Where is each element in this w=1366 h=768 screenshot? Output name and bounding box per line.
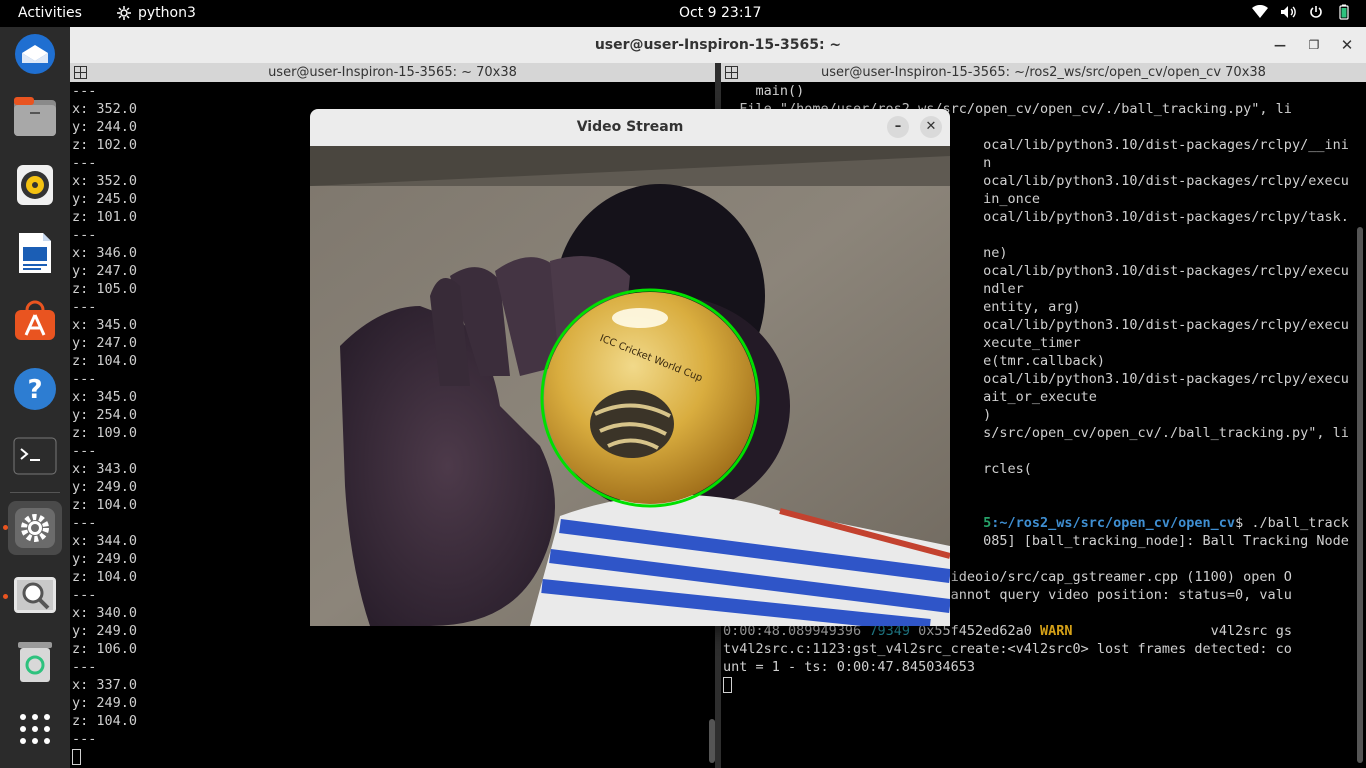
camera-feed: ICC Cricket World Cup	[310, 146, 950, 626]
output-line: z: 104.0	[72, 713, 138, 729]
show-apps-icon	[20, 714, 50, 744]
video-stream-window[interactable]: Video Stream – ✕ ICC Cricket World Cup	[310, 109, 950, 626]
app-name: python3	[138, 5, 196, 21]
minimize-button[interactable]: —	[1273, 38, 1287, 52]
terminal-title: user@user-Inspiron-15-3565: ~	[594, 37, 842, 53]
thunderbird-icon	[15, 34, 55, 74]
prompt-line	[723, 676, 1351, 694]
dock-separator	[10, 492, 60, 493]
dock-trash[interactable]	[8, 635, 62, 689]
left-pane-title: user@user-Inspiron-15-3565: ~ 70x38	[268, 65, 517, 80]
clock[interactable]: Oct 9 23:17	[679, 5, 761, 21]
terminal-titlebar[interactable]: user@user-Inspiron-15-3565: ~ — ❐ ✕	[70, 27, 1366, 63]
output-line: ---	[72, 83, 97, 99]
left-scrollbar[interactable]	[709, 719, 715, 763]
dock-app-center[interactable]	[8, 293, 62, 347]
writer-icon	[19, 233, 51, 273]
app-gear-icon	[117, 6, 131, 20]
log-line: unt = 1 - ts: 0:00:47.845034653	[723, 659, 975, 675]
log-line: tv4l2src.c:1123:gst_v4l2src_create:<v4l2…	[723, 641, 1292, 657]
terminal-icon	[13, 437, 57, 475]
dock-writer[interactable]	[8, 226, 62, 280]
left-pane-titlebar[interactable]: user@user-Inspiron-15-3565: ~ 70x38	[70, 63, 715, 82]
rhythmbox-icon	[17, 165, 53, 205]
svg-text:?: ?	[27, 375, 42, 405]
system-tray[interactable]	[1252, 4, 1352, 20]
dock-help[interactable]: ?	[8, 362, 62, 416]
prompt-path: :~/ros2_ws/src/open_cv/open_cv	[991, 515, 1236, 531]
dock-show-apps[interactable]	[8, 702, 62, 756]
output-line: x: 337.0	[72, 677, 138, 693]
terminal-cursor	[723, 677, 732, 693]
image-viewer-icon	[14, 577, 56, 613]
terminal-cursor	[72, 749, 81, 765]
video-minimize-button[interactable]: –	[887, 116, 909, 138]
log-source: v4l2src gs	[1072, 623, 1292, 639]
right-pane-title: user@user-Inspiron-15-3565: ~/ros2_ws/sr…	[821, 65, 1266, 80]
log-level: WARN	[1040, 623, 1073, 639]
right-pane-titlebar[interactable]: user@user-Inspiron-15-3565: ~/ros2_ws/sr…	[721, 63, 1366, 82]
prompt-host: 5	[983, 515, 992, 531]
power-icon	[1308, 4, 1324, 20]
top-bar: Activities python3 Oct 9 23:17	[0, 0, 1366, 27]
close-button[interactable]: ✕	[1340, 38, 1354, 53]
video-title: Video Stream	[576, 119, 684, 135]
trash-icon	[18, 642, 52, 682]
dock-terminal[interactable]	[8, 429, 62, 483]
dock-image-viewer[interactable]	[8, 568, 62, 622]
dock: ?	[0, 27, 70, 768]
dock-thunderbird[interactable]	[8, 27, 62, 81]
prompt-command: $ ./ball_track	[1235, 515, 1349, 531]
activities-button[interactable]: Activities	[18, 5, 82, 21]
help-icon: ?	[14, 368, 56, 410]
dock-settings[interactable]	[8, 501, 62, 555]
app-menu[interactable]: python3	[116, 5, 196, 21]
volume-icon	[1280, 4, 1296, 20]
output-line: ---	[72, 731, 97, 747]
app-center-icon	[15, 300, 55, 340]
battery-icon	[1336, 4, 1352, 20]
files-icon	[14, 97, 56, 136]
output-line: z: 106.0	[72, 641, 138, 657]
video-close-button[interactable]: ✕	[920, 116, 942, 138]
dock-files[interactable]	[8, 90, 62, 144]
prompt-line	[72, 748, 705, 766]
output-line: y: 249.0	[72, 695, 138, 711]
maximize-button[interactable]: ❐	[1307, 38, 1321, 52]
output-line: main()	[723, 83, 805, 99]
video-titlebar[interactable]: Video Stream – ✕	[310, 109, 950, 146]
wifi-icon	[1252, 4, 1268, 20]
output-line: ---	[72, 659, 97, 675]
settings-icon	[15, 508, 55, 548]
right-scrollbar[interactable]	[1357, 227, 1363, 763]
cricket-ball: ICC Cricket World Cup	[544, 292, 756, 504]
dock-rhythmbox[interactable]	[8, 158, 62, 212]
